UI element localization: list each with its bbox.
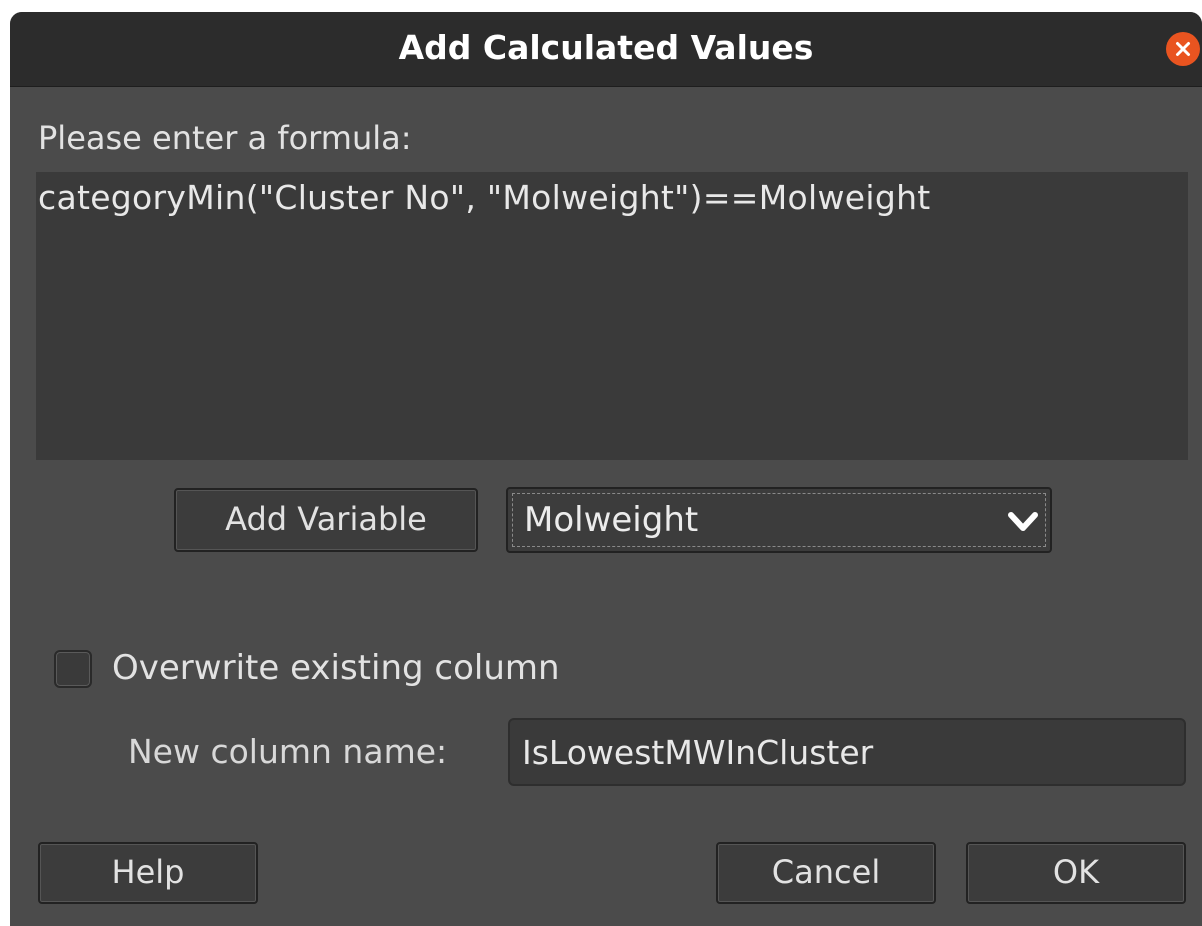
cancel-button-label: Cancel — [771, 853, 881, 891]
close-button[interactable] — [1166, 32, 1200, 66]
ok-button[interactable]: OK — [966, 842, 1186, 904]
formula-text[interactable]: categoryMin("Cluster No", "Molweight")==… — [38, 176, 931, 220]
dialog-title: Add Calculated Values — [398, 28, 814, 67]
formula-prompt-label: Please enter a formula: — [38, 119, 412, 157]
chevron-down-icon — [1008, 512, 1038, 531]
new-column-name-label: New column name: — [128, 732, 448, 771]
new-column-name-input[interactable] — [522, 730, 1162, 774]
help-button-label: Help — [111, 853, 185, 891]
formula-text-area[interactable]: categoryMin("Cluster No", "Molweight")==… — [36, 172, 1188, 460]
new-column-name-field[interactable] — [508, 718, 1186, 786]
close-icon — [1176, 42, 1190, 56]
overwrite-checkbox-label[interactable]: Overwrite existing column — [112, 646, 560, 690]
add-variable-button[interactable]: Add Variable — [174, 488, 478, 552]
ok-button-label: OK — [1052, 853, 1100, 891]
add-variable-label: Add Variable — [225, 500, 427, 538]
help-button[interactable]: Help — [38, 842, 258, 904]
overwrite-checkbox[interactable] — [54, 650, 92, 688]
variable-dropdown[interactable]: Molweight — [506, 487, 1052, 553]
cancel-button[interactable]: Cancel — [716, 842, 936, 904]
variable-dropdown-value: Molweight — [524, 500, 699, 540]
title-bar[interactable]: Add Calculated Values — [10, 12, 1202, 87]
add-calculated-values-dialog: Add Calculated Values Please enter a for… — [10, 12, 1202, 926]
